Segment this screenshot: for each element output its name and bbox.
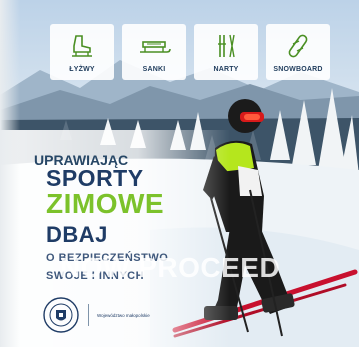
left-edge-shade [0, 0, 20, 347]
category-card-narty: NARTY [194, 24, 258, 80]
sled-icon [140, 41, 171, 53]
category-card-lyzwy: ŁYŻWY [50, 24, 114, 80]
category-card-snowboard: SNOWBOARD [266, 24, 330, 80]
category-label: ŁYŻWY [69, 66, 95, 73]
snowboard-icon [288, 34, 308, 58]
category-cards: ŁYŻWY SANKI NARTY SNOWBOARD [50, 24, 330, 80]
ski-safety-poster: ŁYŻWY SANKI NARTY SNOWBOARD UPRAWIAJĄC S… [0, 0, 359, 347]
headline-line-3: ZIMOWE [46, 188, 165, 219]
category-label: SNOWBOARD [273, 66, 323, 73]
now-proceed-overlay: NOW PROCEED [60, 252, 281, 283]
partner-logo-label: Województwo małopolskie [97, 312, 150, 318]
category-label: SANKI [142, 66, 166, 73]
presidential-seal-logo [43, 297, 79, 333]
logo-divider [88, 304, 89, 326]
logos-row: Województwo małopolskie [42, 296, 150, 334]
headline-line-4: DBAJ [46, 222, 108, 247]
category-card-sanki: SANKI [122, 24, 186, 80]
ice-skate-icon [72, 35, 92, 57]
category-label: NARTY [213, 66, 239, 73]
skis-icon [218, 34, 235, 58]
